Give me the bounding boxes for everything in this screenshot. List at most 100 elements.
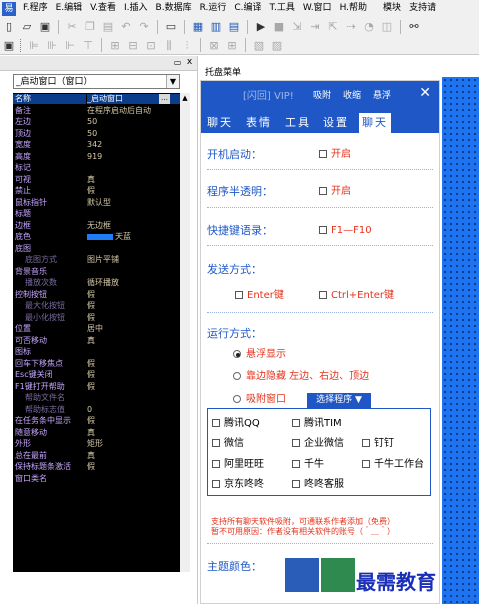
align-right-icon[interactable]: ⊩ xyxy=(62,38,78,53)
grid-form-icon[interactable]: ▣ xyxy=(1,38,17,53)
list-layout-icon[interactable]: ▤ xyxy=(226,19,242,34)
property-row[interactable]: 图标 xyxy=(13,347,180,357)
stop-icon[interactable]: ■ xyxy=(271,19,287,34)
menu-insert[interactable]: I.插入 xyxy=(120,0,152,17)
horizontal-space-icon[interactable]: ⫼ xyxy=(161,38,177,53)
ellipsis-button[interactable]: … xyxy=(159,94,170,104)
menu-database[interactable]: B.数据库 xyxy=(152,0,196,17)
toolbar-grip[interactable] xyxy=(20,38,22,52)
property-row[interactable]: 外形 矩形 xyxy=(13,439,180,449)
property-row[interactable]: 鼠标指针 默认型 xyxy=(13,198,180,208)
center-horizontal-icon[interactable]: ⊠ xyxy=(206,38,222,53)
tab-settings[interactable]: 设置 xyxy=(323,113,349,133)
menu-view[interactable]: V.查看 xyxy=(86,0,120,17)
window-layout-icon[interactable]: ▦ xyxy=(190,19,206,34)
tray-menu-label[interactable]: 托盘菜单 xyxy=(205,68,241,79)
send-back-icon[interactable]: ▨ xyxy=(269,38,285,53)
menu-edit[interactable]: E.编辑 xyxy=(52,0,87,17)
tab-chat-active[interactable]: 聊天 xyxy=(359,113,391,133)
align-left-icon[interactable]: ⊫ xyxy=(26,38,42,53)
property-value[interactable]: 默认型 xyxy=(87,198,180,208)
watch-icon[interactable]: ◫ xyxy=(379,19,395,34)
wecom-checkbox[interactable]: 企业微信 xyxy=(292,438,344,450)
property-row[interactable]: 随意移动 真 xyxy=(13,428,180,438)
property-value[interactable]: 假 xyxy=(87,416,180,426)
menu-help[interactable]: H.帮助 xyxy=(336,0,371,17)
property-value[interactable]: 居中 xyxy=(87,324,180,334)
property-row[interactable]: 名称 _启动窗口… xyxy=(13,94,180,104)
menu-window[interactable]: W.窗口 xyxy=(299,0,336,17)
ctrl-enter-checkbox[interactable]: Ctrl+Enter键 xyxy=(319,290,394,302)
property-value[interactable]: 假 xyxy=(87,186,180,196)
property-value[interactable]: 矩形 xyxy=(87,439,180,449)
property-value[interactable]: 真 xyxy=(87,428,180,438)
close-icon[interactable]: x xyxy=(184,57,195,68)
wechat-checkbox[interactable]: 微信 xyxy=(212,438,244,450)
hotkey-checkbox[interactable]: F1—F10 xyxy=(319,225,372,237)
step-into-icon[interactable]: ⇲ xyxy=(289,19,305,34)
property-value[interactable]: 无边框 xyxy=(87,221,180,231)
property-row[interactable]: 控制按钮 假 xyxy=(13,290,180,300)
binoculars-icon[interactable]: ⚯ xyxy=(406,19,422,34)
property-value[interactable] xyxy=(87,209,180,219)
same-width-icon[interactable]: ⊞ xyxy=(107,38,123,53)
property-value[interactable] xyxy=(87,163,180,173)
property-row[interactable]: 宽度 342 xyxy=(13,140,180,150)
breakpoint-icon[interactable]: ◔ xyxy=(361,19,377,34)
property-value[interactable]: 919 xyxy=(87,152,180,162)
chevron-down-icon[interactable]: ▼ xyxy=(166,75,179,88)
property-value[interactable]: 真 xyxy=(87,175,180,185)
save-icon[interactable]: ▣ xyxy=(37,19,53,34)
form-icon[interactable]: ▭ xyxy=(163,19,179,34)
menu-compile[interactable]: C.编译 xyxy=(230,0,265,17)
property-value[interactable]: 50 xyxy=(87,117,180,127)
run-icon[interactable]: ▶ xyxy=(253,19,269,34)
property-row[interactable]: 总在最前 真 xyxy=(13,451,180,461)
property-row[interactable]: 回车下移焦点 假 xyxy=(13,359,180,369)
menu-program[interactable]: F.程序 xyxy=(19,0,52,17)
property-value[interactable]: 0 xyxy=(87,405,180,415)
shrink-button[interactable]: 收缩 xyxy=(343,88,361,101)
center-vertical-icon[interactable]: ⊞ xyxy=(224,38,240,53)
pin-icon[interactable]: ▭ xyxy=(172,57,183,68)
property-row[interactable]: 最大化按钮 假 xyxy=(13,301,180,311)
startup-checkbox[interactable]: 开启 xyxy=(319,149,351,161)
property-value[interactable]: 在程序启动后自动 xyxy=(87,106,180,116)
property-value[interactable]: 假 xyxy=(87,462,180,472)
tab-chat[interactable]: 聊天 xyxy=(207,113,233,133)
step-out-icon[interactable]: ⇱ xyxy=(325,19,341,34)
attach-button[interactable]: 吸附 xyxy=(313,88,331,101)
undo-icon[interactable]: ↶ xyxy=(118,19,134,34)
theme-swatch-green[interactable] xyxy=(321,558,355,592)
property-row[interactable]: 最小化按钮 假 xyxy=(13,313,180,323)
menu-run[interactable]: R.运行 xyxy=(196,0,231,17)
menu-tools[interactable]: T.工具 xyxy=(266,0,299,17)
redo-icon[interactable]: ↷ xyxy=(136,19,152,34)
menu-support[interactable]: 支持请 xyxy=(405,0,440,17)
scroll-up-icon[interactable]: ▲ xyxy=(180,93,190,103)
property-row[interactable]: 顶边 50 xyxy=(13,129,180,139)
property-row[interactable]: 位置 居中 xyxy=(13,324,180,334)
transparent-checkbox[interactable]: 开启 xyxy=(319,186,351,198)
aliwangwang-checkbox[interactable]: 阿里旺旺 xyxy=(212,459,264,471)
run-to-cursor-icon[interactable]: ⇢ xyxy=(343,19,359,34)
property-value[interactable] xyxy=(87,393,180,403)
qq-checkbox[interactable]: 腾讯QQ xyxy=(212,418,260,430)
property-value[interactable] xyxy=(87,347,180,357)
property-row[interactable]: 边框 无边框 xyxy=(13,221,180,231)
property-value[interactable]: 50 xyxy=(87,129,180,139)
property-row[interactable]: 左边 50 xyxy=(13,117,180,127)
property-row[interactable]: 底图方式 图片平铺 xyxy=(13,255,180,265)
property-value[interactable]: 假 xyxy=(87,359,180,369)
tab-emoji[interactable]: 表情 xyxy=(246,113,272,133)
property-row[interactable]: Esc键关闭 假 xyxy=(13,370,180,380)
same-height-icon[interactable]: ⊟ xyxy=(125,38,141,53)
attach-window-radio[interactable]: 吸附窗口 xyxy=(233,394,286,406)
close-icon[interactable]: ✕ xyxy=(419,85,431,101)
property-value[interactable]: 342 xyxy=(87,140,180,150)
menu-modules[interactable]: 模块 xyxy=(379,0,405,17)
qianniu-workbench-checkbox[interactable]: 千牛工作台 xyxy=(362,459,424,471)
property-value[interactable] xyxy=(87,244,180,254)
align-center-icon[interactable]: ⊪ xyxy=(44,38,60,53)
property-row[interactable]: 底色 天蓝 xyxy=(13,232,180,242)
